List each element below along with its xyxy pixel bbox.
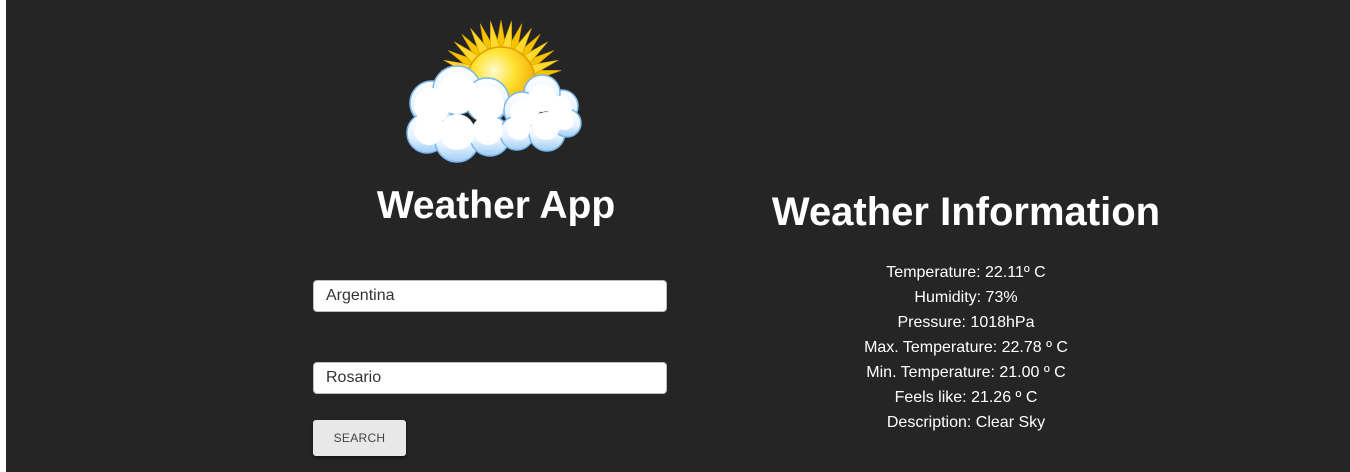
sun-behind-clouds-icon bbox=[402, 18, 592, 168]
weather-info-title: Weather Information bbox=[771, 190, 1161, 234]
app-frame: Weather App SEARCH Weather Information T… bbox=[6, 0, 1350, 472]
min-temperature-text: Min. Temperature: 21.00 º C bbox=[866, 364, 1066, 381]
description-text: Description: Clear Sky bbox=[886, 414, 1046, 431]
app-title: Weather App bbox=[376, 184, 616, 227]
search-button[interactable]: SEARCH bbox=[313, 420, 406, 456]
country-input[interactable] bbox=[313, 280, 667, 312]
weather-info-list: Temperature: 22.11º C Humidity: 73% Pres… bbox=[766, 260, 1166, 435]
temperature-text: Temperature: 22.11º C bbox=[886, 264, 1046, 281]
max-temperature-text: Max. Temperature: 22.78 º C bbox=[864, 339, 1068, 356]
city-input[interactable] bbox=[313, 362, 667, 394]
pressure-text: Pressure: 1018hPa bbox=[897, 314, 1035, 331]
feels-like-text: Feels like: 21.26 º C bbox=[894, 389, 1038, 406]
humidity-text: Humidity: 73% bbox=[914, 289, 1018, 306]
